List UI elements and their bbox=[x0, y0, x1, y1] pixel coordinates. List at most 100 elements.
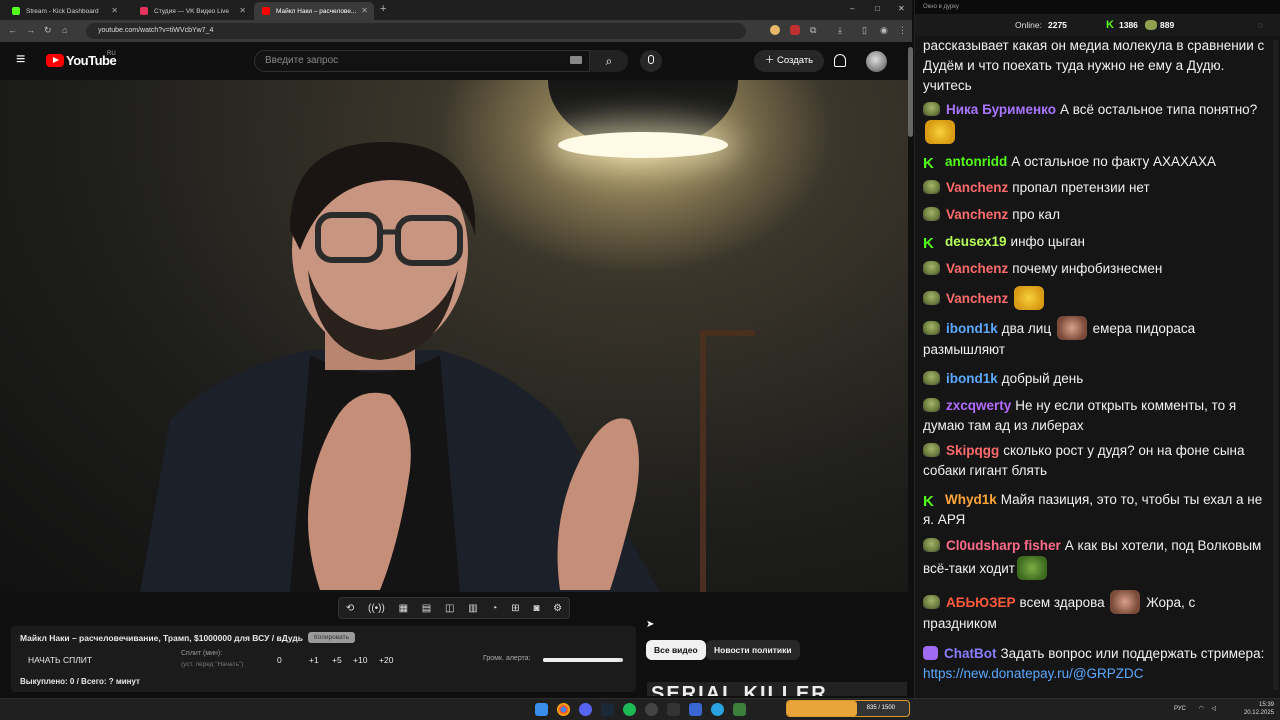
reload-icon[interactable]: ↻ bbox=[44, 25, 52, 36]
search-input[interactable]: Введите запрос bbox=[254, 50, 590, 72]
chat-username[interactable]: Vanchenz bbox=[946, 291, 1008, 306]
chat-username[interactable]: Skipqgg bbox=[946, 443, 999, 458]
chat-message: Vanchenz почему инфобизнесмен bbox=[923, 259, 1269, 279]
chip-politics-news[interactable]: Новости политики bbox=[706, 640, 800, 660]
hamburger-menu-icon[interactable]: ≡ bbox=[16, 51, 25, 69]
chat-username[interactable]: deusex19 bbox=[945, 234, 1007, 249]
recommended-video-thumbnail[interactable]: SERIAL KILLER bbox=[647, 682, 907, 696]
chat-username[interactable]: antonridd bbox=[945, 154, 1007, 169]
tab-kick-dashboard[interactable]: Stream - Kick Dashboard ✕ bbox=[4, 2, 124, 20]
speed-icon[interactable]: ◔ bbox=[491, 603, 497, 614]
broadcast-icon[interactable]: ((•)) bbox=[368, 603, 385, 614]
donate-link[interactable]: https://new.donatepay.ru/@GRPZDC bbox=[923, 666, 1144, 681]
chat-username[interactable]: Whyd1k bbox=[945, 492, 997, 507]
goal-widget[interactable]: 835 / 1500 bbox=[786, 700, 910, 717]
account-icon[interactable]: ◉ bbox=[880, 25, 888, 36]
wifi-icon[interactable]: ◠ bbox=[1199, 705, 1204, 713]
chat-message: ibond1k два лиц емера пидораса размышляют bbox=[923, 316, 1269, 360]
copy-button[interactable]: Копировать bbox=[308, 632, 355, 643]
chat-username[interactable]: Vanchenz bbox=[946, 180, 1008, 195]
minimize-button[interactable]: – bbox=[850, 4, 854, 13]
discord-icon[interactable] bbox=[579, 703, 592, 716]
chat-username[interactable]: Vanchenz bbox=[946, 207, 1008, 222]
close-tab-icon[interactable]: ✕ bbox=[361, 6, 368, 15]
vk-favicon-icon bbox=[140, 7, 148, 15]
app-icon[interactable] bbox=[667, 703, 680, 716]
chat-username[interactable]: Cl0udsharp fisher bbox=[946, 538, 1061, 553]
increment-5-button[interactable]: +5 bbox=[332, 655, 342, 665]
chat-username[interactable]: zxcqwerty bbox=[946, 398, 1011, 413]
close-tab-icon[interactable]: ✕ bbox=[239, 6, 246, 15]
tab-youtube-video[interactable]: Майкл Наки – расчелове... ✕ bbox=[254, 2, 374, 20]
close-window-button[interactable]: ✕ bbox=[898, 4, 905, 13]
extensions-icon[interactable]: ⧉ bbox=[810, 25, 816, 36]
create-button[interactable]: ＋ Создать bbox=[754, 50, 824, 72]
chat-username[interactable]: ChatBot bbox=[944, 646, 997, 661]
download-icon[interactable]: ⤓ bbox=[838, 25, 842, 36]
home-icon[interactable]: ⌂ bbox=[62, 25, 67, 35]
chat-username[interactable]: Ника Бурименко bbox=[946, 102, 1056, 117]
url-input[interactable]: youtube.com/watch?v=tiWVcbYw7_4 bbox=[86, 23, 746, 39]
chat-message: K Whyd1k Майя пазиция, это то, чтобы ты ех… bbox=[923, 490, 1269, 530]
chat-username[interactable]: АБЬЮЗЕР bbox=[946, 595, 1016, 610]
forward-icon[interactable]: → bbox=[26, 25, 35, 35]
theater-icon[interactable]: ▥ bbox=[468, 603, 477, 614]
alert-volume-fill bbox=[543, 658, 619, 662]
frog-emote-image bbox=[1016, 556, 1047, 580]
extension-badge-icon[interactable] bbox=[790, 25, 800, 35]
increment-10-button[interactable]: +10 bbox=[353, 655, 367, 665]
increment-20-button[interactable]: +20 bbox=[379, 655, 393, 665]
back-icon[interactable]: ← bbox=[8, 25, 17, 35]
split-value[interactable]: 0 bbox=[277, 655, 282, 665]
pepe-count: 889 bbox=[1160, 20, 1175, 30]
telegram-icon[interactable] bbox=[711, 703, 724, 716]
media-player-icon[interactable] bbox=[689, 703, 702, 716]
chat-username[interactable]: ibond1k bbox=[946, 321, 998, 336]
pepe-badge-icon bbox=[923, 261, 940, 275]
chat-window-title: Окно в дурку bbox=[915, 0, 1280, 14]
pip-icon[interactable]: ◫ bbox=[445, 603, 454, 614]
address-bar-row: ← → ↻ ⌂ youtube.com/watch?v=tiWVcbYw7_4 … bbox=[0, 20, 912, 42]
speaker-video-frame bbox=[140, 141, 660, 592]
film-icon[interactable]: ▤ bbox=[422, 603, 431, 614]
maximize-button[interactable]: □ bbox=[875, 4, 880, 13]
screenshot-icon[interactable]: ◙ bbox=[533, 603, 539, 614]
voice-search-icon[interactable] bbox=[640, 50, 662, 72]
chat-message: Skipqgg сколько рост у дудя? он на фоне с… bbox=[923, 441, 1269, 481]
tab-vk-studio[interactable]: Студия — VK Видео Live ✕ bbox=[132, 2, 252, 20]
chat-text: инфо цыган bbox=[1010, 234, 1085, 249]
alert-volume-slider[interactable] bbox=[543, 658, 623, 662]
volume-icon[interactable]: ◁ bbox=[1211, 705, 1216, 713]
loop-icon[interactable]: ⟲ bbox=[346, 603, 354, 614]
keyboard-icon[interactable] bbox=[570, 56, 582, 64]
start-split-button[interactable]: НАЧАТЬ СПЛИТ bbox=[28, 655, 92, 665]
settings-gear-icon[interactable]: ⚙ bbox=[553, 603, 562, 614]
video-player[interactable] bbox=[0, 80, 908, 592]
notifications-bell-icon[interactable] bbox=[834, 54, 846, 67]
obs-icon[interactable] bbox=[645, 703, 658, 716]
language-indicator[interactable]: РУС bbox=[1174, 705, 1186, 713]
chrome-icon[interactable] bbox=[557, 703, 570, 716]
avatar[interactable] bbox=[866, 51, 887, 72]
start-menu-icon[interactable] bbox=[535, 703, 548, 716]
increment-1-button[interactable]: +1 bbox=[309, 655, 319, 665]
youtube-logo-icon[interactable] bbox=[46, 54, 64, 67]
steam-icon[interactable] bbox=[601, 703, 614, 716]
chat-message: Kantonridd А остальное по факту АХАХАХА bbox=[923, 152, 1269, 172]
close-tab-icon[interactable]: ✕ bbox=[111, 6, 118, 15]
sidebar-icon[interactable]: ▯ bbox=[862, 25, 867, 36]
chat-scrollbar[interactable] bbox=[1273, 40, 1278, 690]
chat-username[interactable]: Vanchenz bbox=[946, 261, 1008, 276]
chat-settings-icon[interactable]: ◌ bbox=[1258, 14, 1263, 36]
clock[interactable]: 15:39 20.12.2025 bbox=[1234, 701, 1274, 717]
search-button[interactable]: ⌕ bbox=[590, 50, 628, 72]
spotify-icon[interactable] bbox=[623, 703, 636, 716]
chip-all-videos[interactable]: Все видео bbox=[646, 640, 706, 660]
chat-username[interactable]: ibond1k bbox=[946, 371, 998, 386]
screen-icon[interactable]: ▦ bbox=[399, 603, 408, 614]
menu-dots-icon[interactable]: ⋮ bbox=[898, 25, 907, 36]
new-tab-button[interactable]: + bbox=[380, 3, 386, 15]
profile-extension-icon[interactable] bbox=[770, 25, 780, 35]
files-icon[interactable] bbox=[733, 703, 746, 716]
add-clip-icon[interactable]: ⊞ bbox=[511, 603, 519, 614]
